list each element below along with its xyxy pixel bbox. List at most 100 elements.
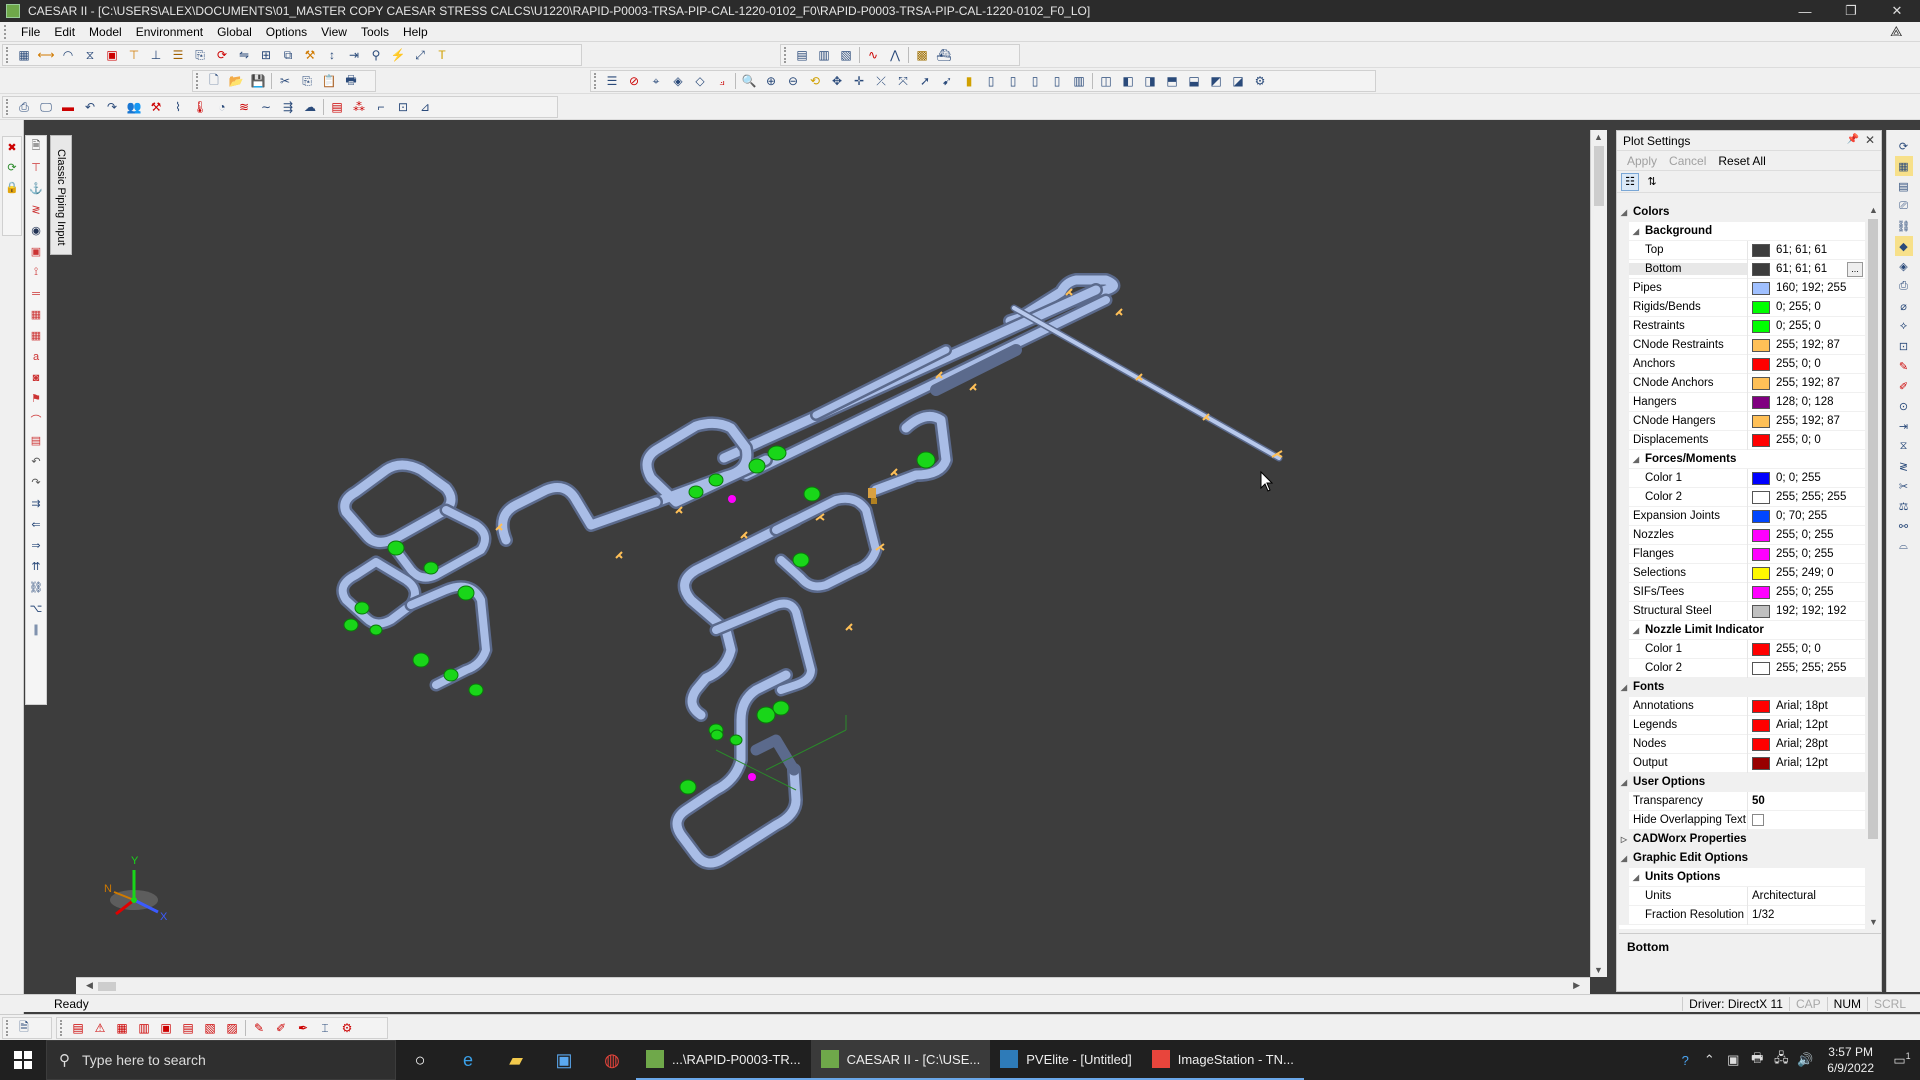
collapse-icon[interactable]: ◢ (1619, 683, 1629, 692)
cut-icon[interactable]: ✂ (1895, 476, 1913, 496)
property-color-2[interactable]: Color 2 255; 255; 255 (1619, 487, 1865, 507)
print-preview-icon[interactable]: ⎙ (15, 98, 33, 116)
pin-icon[interactable]: 📌 (1847, 134, 1859, 145)
property-value[interactable]: Arial; 28pt (1747, 734, 1865, 754)
collapse-icon[interactable]: ◢ (1619, 208, 1629, 217)
cancel-button[interactable]: Cancel (1663, 154, 1712, 168)
left-view-icon[interactable]: ◩ (1207, 72, 1225, 90)
zoom-window-icon[interactable]: 🔍 (740, 72, 758, 90)
viewport-vertical-scrollbar[interactable]: ▲ ▼ (1590, 130, 1607, 977)
node-tag-icon[interactable]: ◈ (1895, 256, 1913, 276)
printer-icon[interactable]: 🖶 (1745, 1049, 1769, 1071)
expand-icon[interactable]: ▷ (1619, 835, 1629, 844)
pointer-icon[interactable]: ➚ (916, 72, 934, 90)
collapse-icon[interactable]: ◢ (1631, 455, 1641, 464)
tee-icon[interactable]: ⊤ (125, 46, 143, 64)
property-value[interactable]: 160; 192; 255 (1747, 278, 1865, 298)
back-icon[interactable]: ↶ (28, 451, 44, 472)
property-structural-steel[interactable]: Structural Steel 192; 192; 192 (1619, 601, 1865, 621)
duplicate-icon[interactable]: ⧉ (279, 46, 297, 64)
chain-icon[interactable]: ⛓ (1895, 216, 1913, 236)
property-value[interactable]: 255; 255; 255 (1747, 658, 1865, 678)
chart-icon[interactable]: ▥ (135, 1019, 153, 1037)
weight-icon[interactable]: ⚖ (1895, 496, 1913, 516)
menu-view[interactable]: View (314, 25, 354, 39)
category-background[interactable]: ◢ Background (1619, 221, 1865, 241)
menu-grip[interactable] (4, 24, 10, 39)
scroll-down-icon[interactable]: ▼ (1869, 917, 1878, 927)
node-icon[interactable]: ⊞ (257, 46, 275, 64)
open-icon[interactable]: 📂 (227, 72, 245, 90)
property-cnode-hangers[interactable]: CNode Hangers 255; 192; 87 (1619, 411, 1865, 431)
stress-icon[interactable]: ⚡ (389, 46, 407, 64)
walk-icon[interactable]: ⤫ (872, 72, 890, 90)
reset-all-button[interactable]: Reset All (1712, 154, 1771, 168)
text-icon[interactable]: a (28, 346, 44, 367)
pencil-icon[interactable]: ✎ (1895, 356, 1913, 376)
pipe-stretch-icon[interactable]: ⚒ (147, 98, 165, 116)
bottom-view-icon[interactable]: ⬓ (1185, 72, 1203, 90)
property-value[interactable]: 0; 0; 255 (1747, 468, 1865, 488)
apply-button[interactable]: Apply (1621, 154, 1663, 168)
property-value[interactable]: 192; 192; 192 (1747, 601, 1865, 621)
node-numbers-icon[interactable]: ⁂ (350, 98, 368, 116)
ellipsis-button[interactable]: ... (1847, 261, 1863, 277)
piping-model[interactable]: Y X N (76, 130, 1590, 977)
print-icon[interactable]: ⎙ (1895, 276, 1913, 296)
edit-2-icon[interactable]: ✐ (272, 1019, 290, 1037)
document-icon[interactable]: 🗎 (28, 136, 44, 157)
scroll-left-icon[interactable]: ◀ (86, 980, 93, 991)
pan-icon[interactable]: ✥ (828, 72, 846, 90)
rotate-icon[interactable]: ⟳ (213, 46, 231, 64)
property-value[interactable]: 0; 255; 0 (1747, 297, 1865, 317)
property-value[interactable]: 0; 70; 255 (1747, 506, 1865, 526)
property-rigids-bends[interactable]: Rigids/Bends 0; 255; 0 (1619, 297, 1865, 317)
pencil-alt-icon[interactable]: ✐ (1895, 376, 1913, 396)
network-icon[interactable]: 🖧 (1769, 1049, 1793, 1071)
file-explorer-icon[interactable]: ▰ (492, 1040, 540, 1080)
valve-icon[interactable]: ⧖ (1895, 436, 1913, 456)
property-expansion-joints[interactable]: Expansion Joints 0; 70; 255 (1619, 506, 1865, 526)
graph-icon[interactable]: ∿ (864, 46, 882, 64)
grid-red-icon[interactable]: ▦ (28, 325, 44, 346)
thermometer-icon[interactable]: 🌡 (191, 98, 209, 116)
scroll-thumb[interactable] (1868, 219, 1878, 839)
menu-edit[interactable]: Edit (47, 25, 82, 39)
property-hide-overlapping-text[interactable]: Hide Overlapping Text (1619, 810, 1865, 830)
split-icon[interactable]: ⌥ (28, 598, 44, 619)
collapse-icon[interactable]: ◢ (1631, 626, 1641, 635)
record-icon[interactable]: ◙ (28, 367, 44, 388)
mode-icon[interactable]: ▩ (913, 46, 931, 64)
line-icon[interactable]: ═ (28, 283, 44, 304)
menu-environment[interactable]: Environment (129, 25, 210, 39)
link-icon[interactable]: ⚯ (1895, 516, 1913, 536)
distance-icon[interactable]: ⤢ (411, 46, 429, 64)
refresh-icon[interactable]: ⟳ (1895, 136, 1913, 156)
property-value[interactable]: 255; 192; 87 (1747, 411, 1865, 431)
stress-icon[interactable]: ▧ (201, 1019, 219, 1037)
menu-options[interactable]: Options (259, 25, 314, 39)
property-value[interactable]: 255; 0; 0 (1747, 430, 1865, 450)
arrows-up-icon[interactable]: ⇈ (28, 556, 44, 577)
force-icon[interactable]: ⇥ (1895, 416, 1913, 436)
scroll-thumb[interactable] (1594, 146, 1604, 206)
plot-save-icon[interactable]: ▥ (815, 46, 833, 64)
property-value[interactable]: 255; 0; 0 (1747, 639, 1865, 659)
diameter-icon[interactable]: ⌀ (1895, 296, 1913, 316)
measure-icon[interactable]: ⌓ (1895, 536, 1913, 556)
scroll-down-icon[interactable]: ▼ (1594, 965, 1603, 975)
break-icon[interactable]: ⟷ (37, 46, 55, 64)
binoculars-icon[interactable]: ⚲ (367, 46, 385, 64)
filter-icon[interactable]: ⊘ (625, 72, 643, 90)
property-value[interactable]: 255; 249; 0 (1747, 563, 1865, 583)
property-output[interactable]: Output Arial; 12pt (1619, 753, 1865, 773)
toolbar-grip[interactable] (6, 1020, 10, 1036)
back-view-icon[interactable]: ◨ (1141, 72, 1159, 90)
notification-icon[interactable]: ▭1 (1884, 1051, 1920, 1068)
expand-icon[interactable]: ⊿ (416, 98, 434, 116)
new-icon[interactable]: 🗋 (205, 72, 223, 90)
toolbar-grip[interactable] (784, 47, 788, 63)
edge-icon[interactable]: e (444, 1040, 492, 1080)
collapse-icon[interactable]: ◢ (1631, 873, 1641, 882)
move-icon[interactable]: ✛ (850, 72, 868, 90)
